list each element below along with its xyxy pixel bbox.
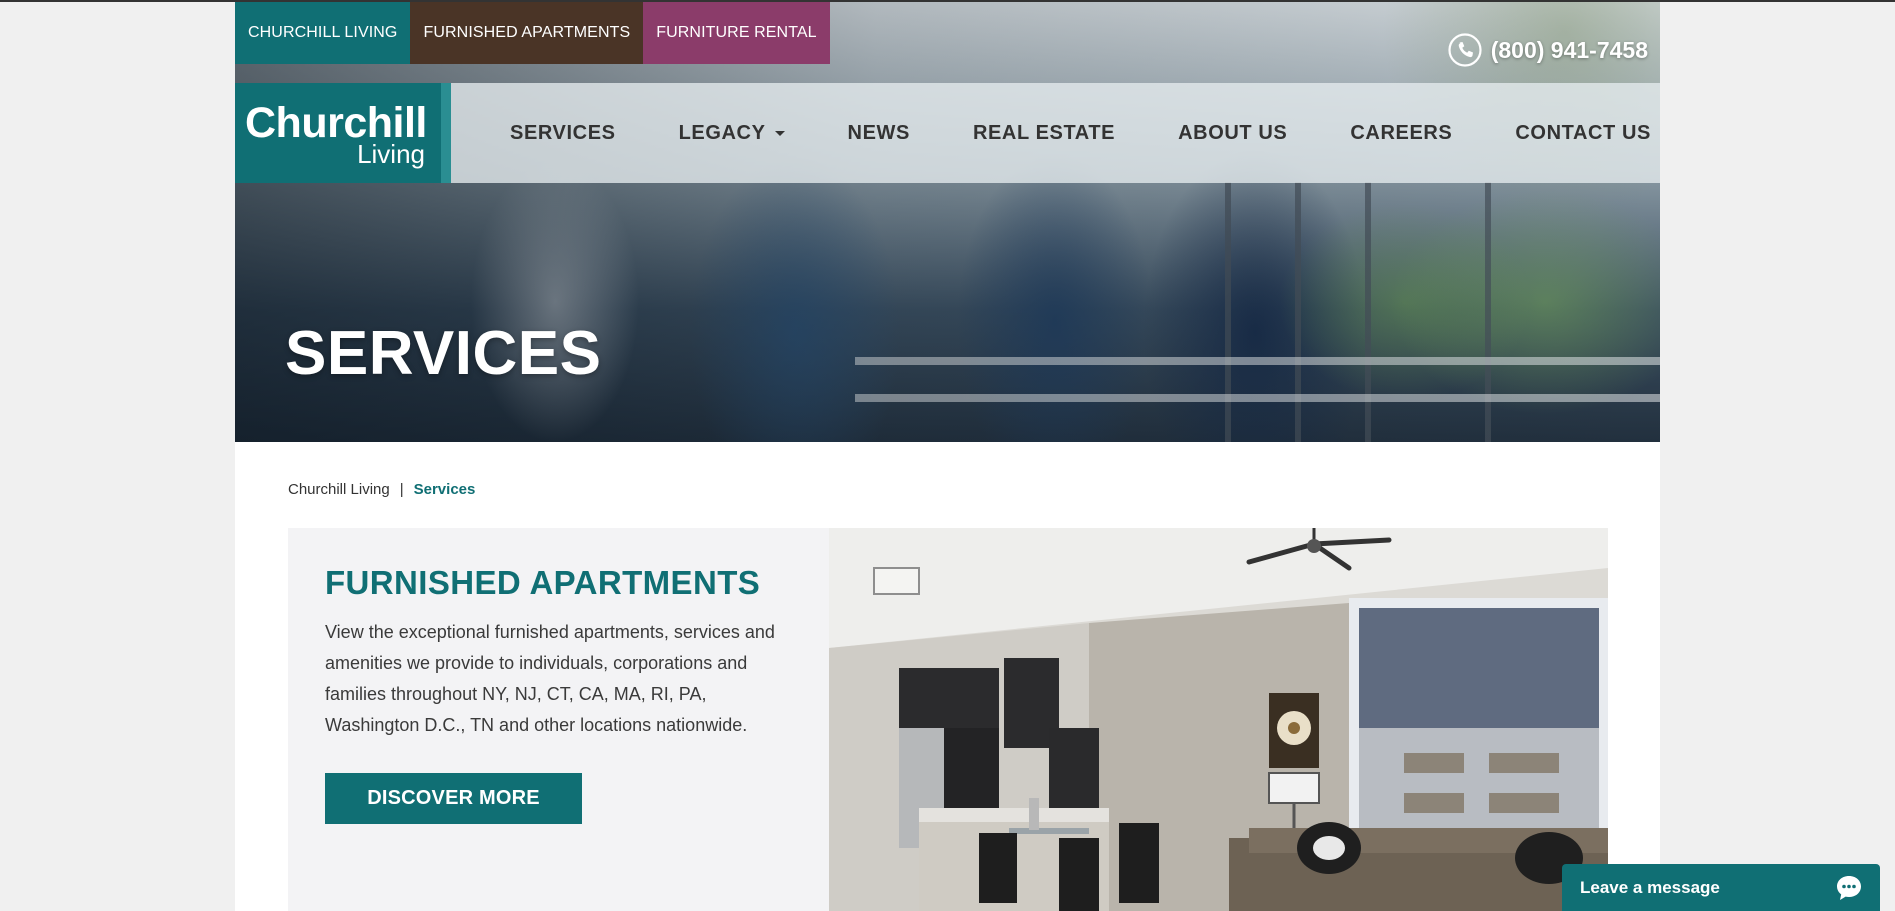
- nav-label: NEWS: [847, 121, 910, 144]
- apartment-photo: [829, 528, 1608, 911]
- phone-icon: [1448, 33, 1482, 67]
- breadcrumb-separator: |: [399, 481, 404, 498]
- logo-subtitle: Living: [357, 139, 425, 169]
- chevron-down-icon: [774, 130, 785, 136]
- chat-bubble-icon: [1837, 875, 1861, 900]
- breadcrumb-current: Services: [413, 481, 476, 498]
- nav-label: CONTACT US: [1515, 121, 1651, 144]
- nav-menu: SERVICES LEGACY NEWS REAL ESTATE ABOUT U…: [510, 83, 1651, 183]
- nav-label: REAL ESTATE: [972, 121, 1116, 144]
- breadcrumb: Churchill Living | Services: [288, 481, 475, 498]
- site-tab-furnished-apartments[interactable]: FURNISHED APARTMENTS: [410, 2, 644, 64]
- nav-item-contact-us[interactable]: CONTACT US: [1515, 122, 1651, 145]
- nav-item-news[interactable]: NEWS: [848, 122, 910, 145]
- apartment-interior-image: [829, 528, 1608, 911]
- nav-item-legacy[interactable]: LEGACY: [679, 122, 785, 145]
- nav-label: CAREERS: [1350, 121, 1453, 144]
- breadcrumb-home-link[interactable]: Churchill Living: [288, 481, 390, 498]
- leave-message-chat-button[interactable]: Leave a message: [1562, 864, 1880, 911]
- chat-label: Leave a message: [1580, 877, 1720, 897]
- furnished-apartments-feature: FURNISHED APARTMENTS View the exceptiona…: [288, 528, 1608, 911]
- discover-more-button[interactable]: DISCOVER MORE: [325, 773, 582, 824]
- feature-title: FURNISHED APARTMENTS: [325, 564, 761, 601]
- nav-item-about-us[interactable]: ABOUT US: [1178, 122, 1287, 145]
- site-switcher: CHURCHILL LIVING FURNISHED APARTMENTS FU…: [235, 2, 830, 64]
- logo[interactable]: Churchill Living: [235, 83, 451, 183]
- nav-item-careers[interactable]: CAREERS: [1350, 122, 1452, 145]
- nav-item-services[interactable]: SERVICES: [510, 122, 616, 145]
- page-container: CHURCHILL LIVING FURNISHED APARTMENTS FU…: [235, 2, 1660, 911]
- nav-label: ABOUT US: [1178, 121, 1288, 144]
- site-tab-churchill-living[interactable]: CHURCHILL LIVING: [235, 2, 411, 64]
- main-navbar: Churchill Living SERVICES LEGACY NEWS RE…: [235, 83, 1660, 183]
- phone-link[interactable]: (800) 941-7458: [1447, 32, 1648, 68]
- site-tab-furniture-rental[interactable]: FURNITURE RENTAL: [643, 2, 830, 64]
- page-title: SERVICES: [285, 319, 602, 388]
- nav-label: SERVICES: [510, 121, 616, 144]
- nav-item-real-estate[interactable]: REAL ESTATE: [973, 122, 1115, 145]
- feature-text-panel: FURNISHED APARTMENTS View the exceptiona…: [288, 528, 829, 911]
- feature-description: View the exceptional furnished apartment…: [325, 622, 775, 735]
- phone-number: (800) 941-7458: [1490, 36, 1648, 63]
- nav-label: LEGACY: [678, 121, 766, 144]
